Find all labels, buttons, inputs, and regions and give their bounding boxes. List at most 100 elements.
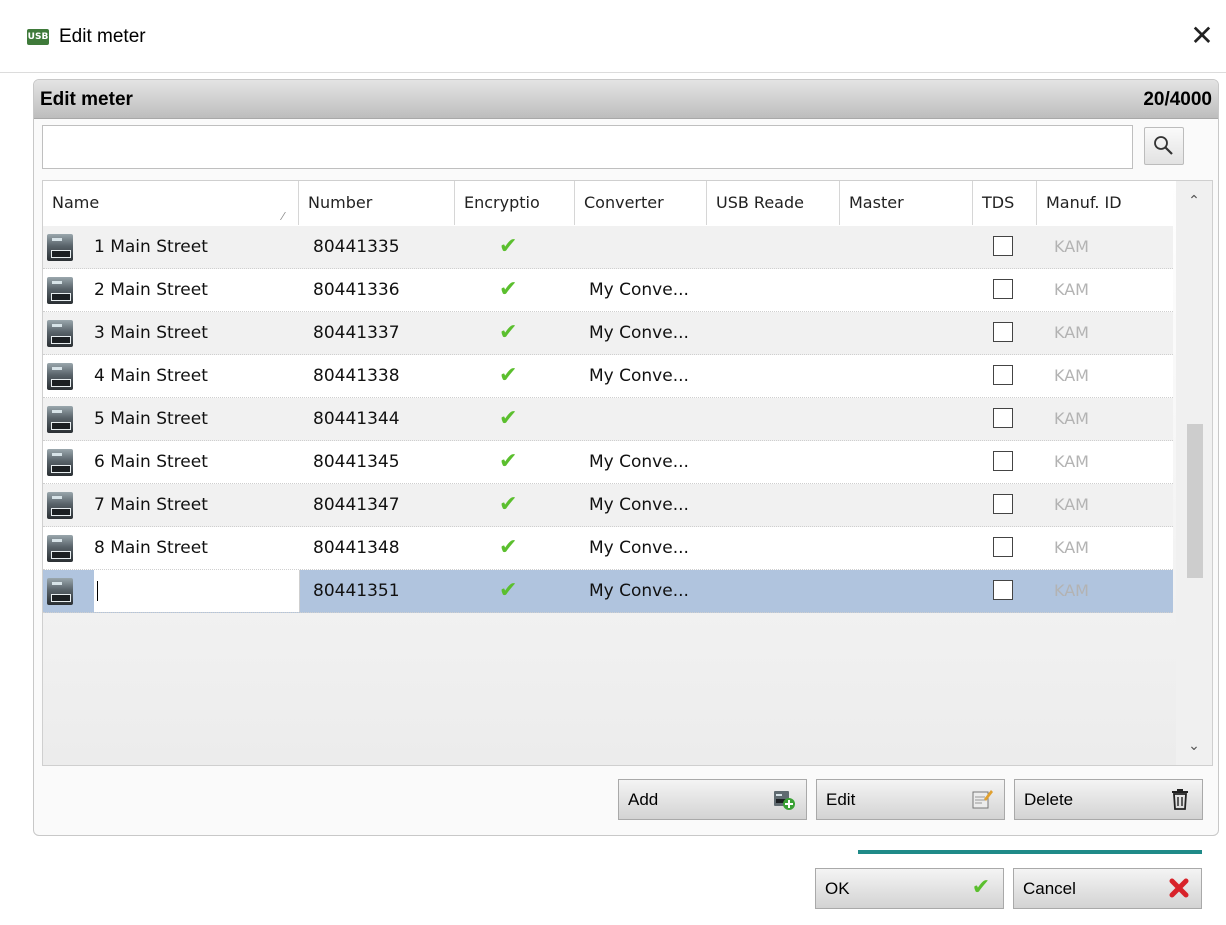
table-row[interactable]: 4 Main Street 80441338 ✔ My Conve... KAM [43, 355, 1173, 398]
cell-number: 80441338 [313, 366, 400, 386]
column-label: Manuf. ID [1046, 193, 1122, 212]
meter-count: 20/4000 [1143, 89, 1212, 110]
name-edit-field[interactable] [94, 570, 300, 612]
add-meter-icon [774, 791, 795, 810]
edit-button-label: Edit [826, 790, 856, 809]
tds-checkbox[interactable] [993, 322, 1013, 342]
meter-icon [47, 449, 73, 476]
column-header-manuf-id[interactable]: Manuf. ID [1037, 181, 1173, 225]
cancel-button-label: Cancel [1023, 879, 1076, 898]
search-button[interactable] [1144, 127, 1184, 165]
meter-icon [47, 320, 73, 347]
encryption-check-icon: ✔ [499, 320, 518, 345]
tds-checkbox[interactable] [993, 236, 1013, 256]
tds-checkbox[interactable] [993, 279, 1013, 299]
encryption-check-icon: ✔ [499, 578, 518, 603]
table-row[interactable]: 1 Main Street 80441335 ✔ KAM [43, 226, 1173, 269]
cell-name: 5 Main Street [94, 409, 208, 429]
close-button[interactable]: ✕ [1180, 16, 1224, 56]
encryption-check-icon: ✔ [499, 492, 518, 517]
tds-checkbox[interactable] [993, 408, 1013, 428]
cell-manuf-id: KAM [1054, 280, 1089, 299]
delete-button-label: Delete [1024, 790, 1074, 809]
scroll-up-icon[interactable]: ⌃ [1176, 181, 1212, 221]
accent-line [858, 850, 1202, 854]
cell-manuf-id: KAM [1054, 495, 1089, 514]
ok-button[interactable]: OK ✔ [815, 868, 1004, 909]
cell-number: 80441348 [313, 538, 400, 558]
encryption-check-icon: ✔ [499, 406, 518, 431]
tds-checkbox[interactable] [993, 365, 1013, 385]
cell-name: 2 Main Street [94, 280, 208, 300]
usb-app-icon: USB [27, 29, 49, 45]
scroll-down-icon[interactable]: ⌄ [1176, 728, 1212, 764]
table-row[interactable]: 6 Main Street 80441345 ✔ My Conve... KAM [43, 441, 1173, 484]
cell-name: 6 Main Street [94, 452, 208, 472]
cell-number: 80441344 [313, 409, 400, 429]
table-header: Name ⁄ Number Encryptio Converter USB Re… [43, 181, 1173, 227]
add-button[interactable]: Add [618, 779, 807, 820]
column-header-usb-reader[interactable]: USB Reade [707, 181, 840, 225]
cell-number: 80441351 [313, 581, 400, 601]
column-header-encryption[interactable]: Encryptio [455, 181, 575, 225]
column-header-name[interactable]: Name ⁄ [43, 181, 299, 225]
red-x-icon [1169, 878, 1189, 898]
column-label: Converter [584, 193, 664, 212]
column-label: Number [308, 193, 373, 212]
encryption-check-icon: ✔ [499, 363, 518, 388]
cell-converter: My Conve... [589, 452, 689, 472]
meter-icon [47, 492, 73, 519]
cell-manuf-id: KAM [1054, 452, 1089, 471]
tds-checkbox[interactable] [993, 537, 1013, 557]
cell-name: 4 Main Street [94, 366, 208, 386]
column-label: TDS [982, 193, 1015, 212]
check-icon: ✔ [971, 875, 991, 900]
meter-icon [47, 234, 73, 261]
table-row[interactable]: 8 Main Street 80441348 ✔ My Conve... KAM [43, 527, 1173, 570]
column-header-converter[interactable]: Converter [575, 181, 707, 225]
scrollbar-thumb[interactable] [1187, 424, 1203, 578]
trash-icon [1172, 789, 1188, 810]
column-label: Name [52, 193, 100, 212]
delete-button[interactable]: Delete [1014, 779, 1203, 820]
table-row[interactable]: 7 Main Street 80441347 ✔ My Conve... KAM [43, 484, 1173, 527]
cell-manuf-id: KAM [1054, 538, 1089, 557]
meter-icon [47, 578, 73, 605]
table-row[interactable]: 80441351 ✔ My Conve... KAM [43, 570, 1173, 613]
table-row[interactable]: 5 Main Street 80441344 ✔ KAM [43, 398, 1173, 441]
ok-button-label: OK [825, 879, 850, 898]
tds-checkbox[interactable] [993, 580, 1013, 600]
meter-table: Name ⁄ Number Encryptio Converter USB Re… [42, 180, 1213, 766]
meter-icon [47, 277, 73, 304]
encryption-check-icon: ✔ [499, 535, 518, 560]
search-input[interactable] [42, 125, 1133, 169]
cell-number: 80441336 [313, 280, 400, 300]
text-caret [97, 581, 98, 601]
edit-note-icon [972, 790, 993, 809]
meter-icon [47, 363, 73, 390]
tds-checkbox[interactable] [993, 494, 1013, 514]
encryption-check-icon: ✔ [499, 277, 518, 302]
edit-button[interactable]: Edit [816, 779, 1005, 820]
column-header-number[interactable]: Number [299, 181, 455, 225]
table-row[interactable]: 3 Main Street 80441337 ✔ My Conve... KAM [43, 312, 1173, 355]
cell-name: 1 Main Street [94, 237, 208, 257]
encryption-check-icon: ✔ [499, 449, 518, 474]
title-bar: USB Edit meter ✕ [0, 0, 1226, 73]
cell-name: 8 Main Street [94, 538, 208, 558]
meter-icon [47, 535, 73, 562]
encryption-check-icon: ✔ [499, 234, 518, 259]
column-header-tds[interactable]: TDS [973, 181, 1037, 225]
column-header-master[interactable]: Master [840, 181, 973, 225]
window-title: Edit meter [59, 26, 146, 47]
tds-checkbox[interactable] [993, 451, 1013, 471]
search-icon [1154, 136, 1173, 155]
cell-converter: My Conve... [589, 495, 689, 515]
cancel-button[interactable]: Cancel [1013, 868, 1202, 909]
vertical-scrollbar[interactable]: ⌃ ⌄ [1176, 181, 1212, 765]
edit-meter-panel: Edit meter 20/4000 Name ⁄ Number Encrypt… [33, 79, 1219, 836]
table-row[interactable]: 2 Main Street 80441336 ✔ My Conve... KAM [43, 269, 1173, 312]
cell-converter: My Conve... [589, 538, 689, 558]
cell-converter: My Conve... [589, 280, 689, 300]
cell-name: 7 Main Street [94, 495, 208, 515]
